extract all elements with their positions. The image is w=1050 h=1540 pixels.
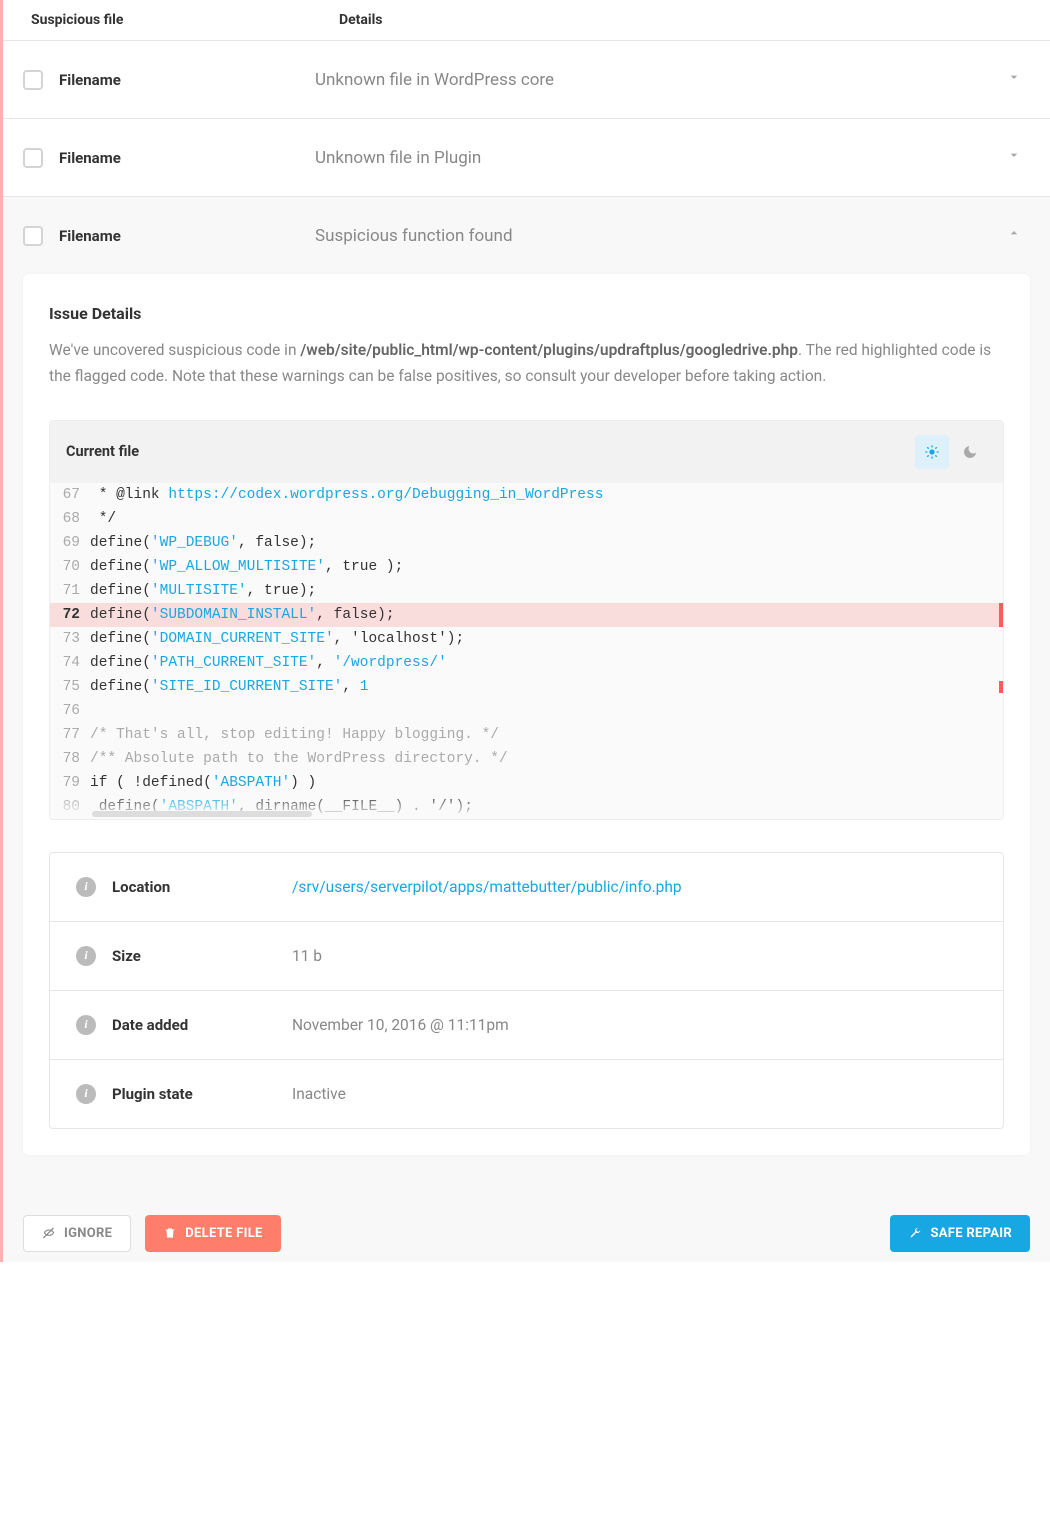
horizontal-scrollbar[interactable] [92, 811, 312, 817]
file-row[interactable]: Filename Unknown file in Plugin [3, 119, 1050, 197]
row-checkbox[interactable] [23, 70, 43, 90]
chevron-down-icon[interactable] [998, 69, 1030, 90]
code-line: 76 [50, 699, 1003, 723]
meta-table: i Location /srv/users/serverpilot/apps/m… [49, 852, 1004, 1129]
table-header: Suspicious file Details [3, 0, 1050, 41]
meta-location-value[interactable]: /srv/users/serverpilot/apps/mattebutter/… [292, 878, 682, 896]
delete-file-button[interactable]: DELETE FILE [145, 1215, 280, 1252]
row-label: Filename [59, 227, 315, 245]
meta-label: Plugin state [112, 1085, 292, 1103]
col-details: Details [339, 12, 1034, 28]
chevron-up-icon[interactable] [998, 225, 1030, 246]
action-bar: IGNORE DELETE FILE SAFE REPAIR [3, 1185, 1050, 1262]
issue-path: /web/site/public_html/wp-content/plugins… [300, 341, 798, 359]
info-icon: i [76, 877, 96, 897]
code-line: 71define('MULTISITE', true); [50, 579, 1003, 603]
meta-location-row: i Location /srv/users/serverpilot/apps/m… [50, 853, 1003, 922]
sun-icon[interactable] [915, 435, 949, 469]
meta-label: Size [112, 947, 292, 965]
row-description: Unknown file in Plugin [315, 148, 998, 168]
meta-plugin-row: i Plugin state Inactive [50, 1060, 1003, 1128]
code-line: 69define('WP_DEBUG', false); [50, 531, 1003, 555]
issue-text: We've uncovered suspicious code in /web/… [49, 337, 1004, 390]
meta-date-row: i Date added November 10, 2016 @ 11:11pm [50, 991, 1003, 1060]
chevron-down-icon[interactable] [998, 147, 1030, 168]
code-line: 72define('SUBDOMAIN_INSTALL', false); [50, 603, 1003, 627]
row-description: Suspicious function found [315, 226, 998, 246]
code-line: 79if ( !defined('ABSPATH') ) [50, 771, 1003, 795]
info-icon: i [76, 1015, 96, 1035]
safe-repair-button[interactable]: SAFE REPAIR [890, 1215, 1030, 1252]
meta-label: Location [112, 878, 292, 896]
row-label: Filename [59, 149, 315, 167]
details-panel: Issue Details We've uncovered suspicious… [3, 274, 1050, 1185]
file-row[interactable]: Filename Unknown file in WordPress core [3, 41, 1050, 119]
trash-icon [163, 1226, 177, 1240]
moon-icon[interactable] [953, 435, 987, 469]
meta-label: Date added [112, 1016, 292, 1034]
code-body[interactable]: 67 * @link https://codex.wordpress.org/D… [50, 483, 1003, 819]
meta-date-value: November 10, 2016 @ 11:11pm [292, 1016, 509, 1034]
row-description: Unknown file in WordPress core [315, 70, 998, 90]
meta-size-row: i Size 11 b [50, 922, 1003, 991]
file-row-expanded[interactable]: Filename Suspicious function found [3, 197, 1050, 274]
ignore-button[interactable]: IGNORE [23, 1215, 131, 1252]
code-line: 77/* That's all, stop editing! Happy blo… [50, 723, 1003, 747]
row-checkbox[interactable] [23, 226, 43, 246]
code-line: 73define('DOMAIN_CURRENT_SITE', 'localho… [50, 627, 1003, 651]
col-suspicious-file: Suspicious file [19, 12, 339, 28]
code-block: Current file 67 * @link https://codex.wo… [49, 420, 1004, 820]
wrench-icon [908, 1226, 922, 1240]
code-line: 67 * @link https://codex.wordpress.org/D… [50, 483, 1003, 507]
code-header-title: Current file [66, 443, 139, 460]
eye-off-icon [42, 1226, 56, 1240]
code-line: 70define('WP_ALLOW_MULTISITE', true ); [50, 555, 1003, 579]
info-icon: i [76, 946, 96, 966]
meta-plugin-value: Inactive [292, 1085, 346, 1103]
issue-title: Issue Details [49, 304, 1004, 323]
info-icon: i [76, 1084, 96, 1104]
code-line: 68 */ [50, 507, 1003, 531]
meta-size-value: 11 b [292, 947, 322, 965]
code-line: 74define('PATH_CURRENT_SITE', '/wordpres… [50, 651, 1003, 675]
code-line: 75define('SITE_ID_CURRENT_SITE', 1 [50, 675, 1003, 699]
code-line: 78/** Absolute path to the WordPress dir… [50, 747, 1003, 771]
row-checkbox[interactable] [23, 148, 43, 168]
row-label: Filename [59, 71, 315, 89]
